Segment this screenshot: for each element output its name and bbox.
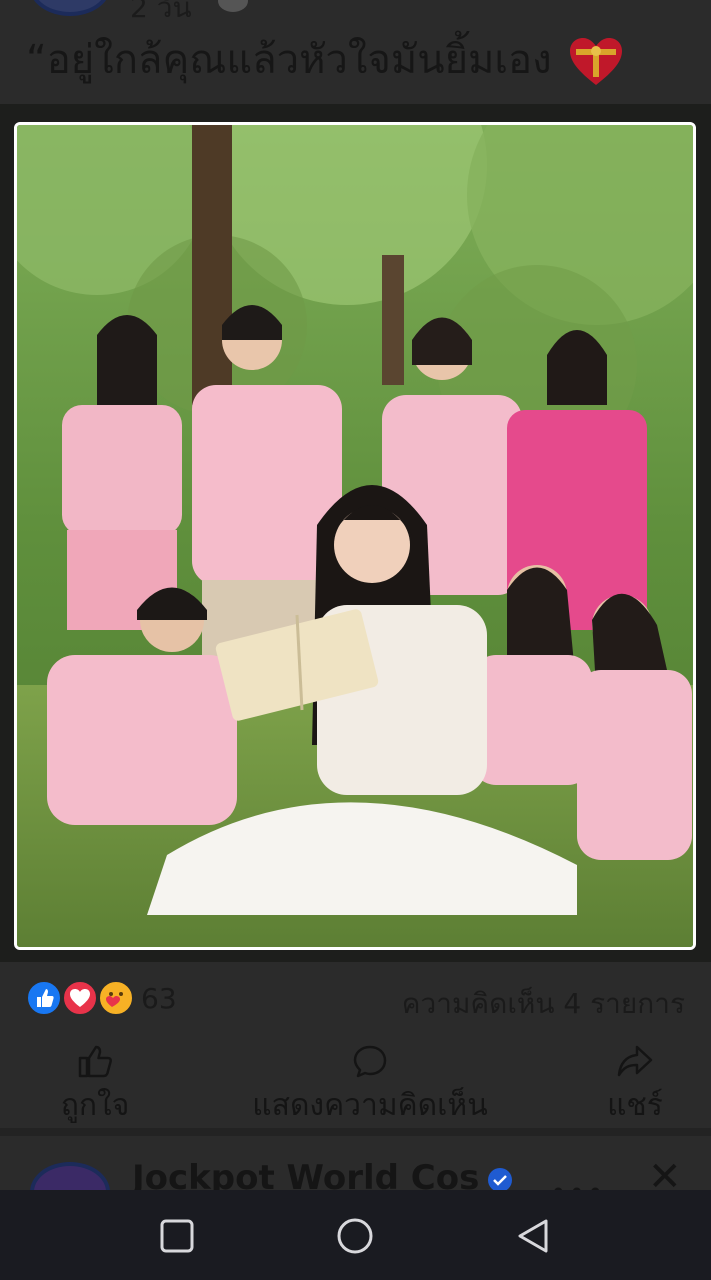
comment-label: แสดงความคิดเห็น xyxy=(252,1088,488,1123)
post-caption: “อยู่ใกล้คุณแล้วหัวใจมันยิ้มเอง xyxy=(26,30,624,90)
like-icon xyxy=(26,980,62,1016)
author-avatar[interactable] xyxy=(30,0,110,16)
share-arrow-icon xyxy=(617,1045,653,1077)
thumbs-up-icon xyxy=(78,1045,112,1078)
post-actions: ถูกใจ แสดงความคิดเห็น แชร์ xyxy=(0,1036,711,1128)
like-label: ถูกใจ xyxy=(60,1088,130,1123)
comment-count-link[interactable]: ความคิดเห็น 4 รายการ xyxy=(402,982,685,1026)
post-photo[interactable] xyxy=(14,122,696,950)
system-nav-bar xyxy=(0,1190,711,1280)
post-photo-container xyxy=(0,104,711,962)
care-icon xyxy=(98,980,134,1016)
share-label: แชร์ xyxy=(607,1088,663,1123)
heart-ribbon-icon xyxy=(570,38,623,85)
park-scene-image xyxy=(17,125,693,947)
post-time: 2 วัน xyxy=(130,0,192,24)
close-icon[interactable]: ✕ xyxy=(648,1154,682,1190)
reaction-icons xyxy=(26,980,134,1016)
back-icon[interactable] xyxy=(514,1216,554,1256)
more-options-icon[interactable]: ••• xyxy=(550,1176,606,1190)
post-header: 2 วัน “อยู่ใกล้คุณแล้วหัวใจมันยิ้มเอง xyxy=(0,0,711,104)
recent-apps-icon[interactable] xyxy=(157,1216,197,1256)
next-page-avatar[interactable] xyxy=(30,1162,110,1190)
next-page-name[interactable]: Jockpot World Cos xyxy=(132,1158,479,1190)
home-icon[interactable] xyxy=(335,1216,375,1256)
next-post-header: Jockpot World Cos ••• ✕ xyxy=(0,1136,711,1190)
caption-text: “อยู่ใกล้คุณแล้วหัวใจมันยิ้มเอง xyxy=(26,37,552,83)
reaction-summary[interactable]: 63 ความคิดเห็น 4 รายการ xyxy=(0,962,711,1036)
reaction-count: 63 xyxy=(141,982,177,1015)
verified-badge-icon xyxy=(488,1168,512,1190)
globe-icon xyxy=(218,0,248,12)
comment-button[interactable]: แสดงความคิดเห็น xyxy=(230,1044,510,1129)
post-separator xyxy=(0,1128,711,1136)
love-icon xyxy=(62,980,98,1016)
like-button[interactable]: ถูกใจ xyxy=(40,1044,150,1129)
comment-bubble-icon xyxy=(353,1045,387,1078)
share-button[interactable]: แชร์ xyxy=(585,1044,685,1129)
